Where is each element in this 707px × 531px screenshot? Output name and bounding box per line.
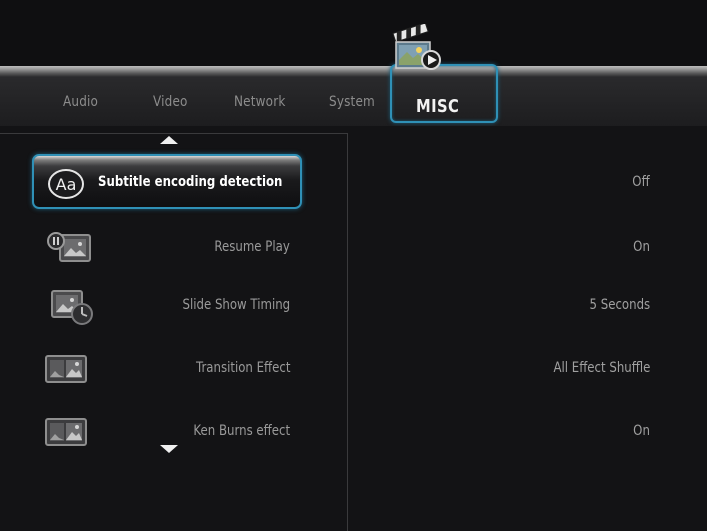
setting-label: Subtitle encoding detection: [98, 174, 283, 190]
setting-value[interactable]: On: [633, 239, 650, 255]
setting-row-resume-play[interactable]: Resume Play On: [0, 219, 707, 277]
setting-label: Transition Effect: [195, 360, 290, 376]
setting-value[interactable]: 5 Seconds: [589, 297, 650, 313]
transition-effect-icon: [45, 355, 87, 383]
slide-show-timing-icon: [51, 290, 93, 325]
subtitle-aa-icon: Aa: [48, 169, 84, 199]
clapperboard-icon: [392, 24, 441, 70]
ken-burns-icon: [45, 418, 87, 446]
misc-settings-screen: Audio Video Network System MISC Aa Subti…: [0, 0, 707, 531]
setting-row-transition-effect[interactable]: Transition Effect All Effect Shuffle: [0, 340, 707, 398]
tab-network[interactable]: Network: [234, 94, 285, 110]
scroll-down-arrow-icon[interactable]: [160, 445, 178, 453]
setting-row-subtitle-encoding[interactable]: Aa Subtitle encoding detection Off: [0, 154, 707, 212]
svg-text:Aa: Aa: [56, 175, 77, 194]
setting-value[interactable]: All Effect Shuffle: [553, 360, 650, 376]
tab-video[interactable]: Video: [153, 94, 188, 110]
setting-value[interactable]: On: [633, 423, 650, 439]
panel-top-divider: [0, 133, 348, 134]
resume-play-icon: [47, 232, 91, 262]
tab-misc-label: MISC: [416, 96, 460, 117]
setting-label: Ken Burns effect: [193, 423, 290, 439]
scroll-up-arrow-icon[interactable]: [160, 136, 178, 144]
setting-value[interactable]: Off: [633, 174, 650, 190]
tab-audio[interactable]: Audio: [63, 94, 98, 110]
tab-system[interactable]: System: [329, 94, 375, 110]
setting-row-slide-show-timing[interactable]: Slide Show Timing 5 Seconds: [0, 277, 707, 335]
setting-label: Resume Play: [214, 239, 290, 255]
setting-row-ken-burns-effect[interactable]: Ken Burns effect On: [0, 403, 707, 461]
setting-label: Slide Show Timing: [182, 297, 290, 313]
